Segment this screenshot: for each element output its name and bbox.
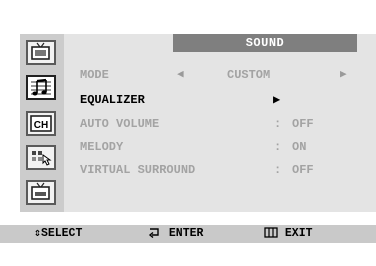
tv-screen: CH SOUND MODE ◀ CUSTOM ▶ EQUALIZER ▶ AUT…	[0, 0, 376, 266]
updown-arrow-icon: ⇕	[34, 227, 41, 240]
menu-sidebar: CH	[20, 34, 64, 212]
channel-icon[interactable]: CH	[26, 111, 56, 136]
menu-item-separator: :	[274, 140, 282, 154]
menu-item-separator: :	[274, 163, 282, 177]
channel-icon-label: CH	[34, 120, 48, 131]
enter-icon	[148, 228, 159, 239]
mode-value: CUSTOM	[227, 68, 271, 82]
menu-item-value: OFF	[292, 163, 314, 177]
footer-enter: ENTER	[148, 227, 203, 241]
menu-item-label: AUTO VOLUME	[80, 117, 160, 131]
menu-item-separator: :	[274, 117, 282, 131]
footer-select: ⇕SELECT	[34, 227, 82, 241]
menu-item-label: MODE	[80, 68, 109, 82]
footer-select-label: SELECT	[40, 227, 83, 240]
osd-menu: CH SOUND MODE ◀ CUSTOM ▶ EQUALIZER ▶ AUT…	[20, 34, 376, 212]
footer-exit-label: EXIT	[284, 227, 313, 240]
menu-title: SOUND	[173, 34, 357, 52]
footer-exit: EXIT	[264, 227, 313, 241]
picture-icon[interactable]	[26, 40, 56, 65]
arrow-left-icon[interactable]: ◀	[177, 68, 184, 82]
exit-menu-icon	[264, 227, 278, 238]
submenu-arrow-icon: ▶	[273, 93, 281, 107]
menu-item-value: OFF	[292, 117, 314, 131]
sound-icon[interactable]	[26, 75, 56, 100]
setup-icon[interactable]	[26, 145, 56, 170]
menu-footer: ⇕SELECT ENTER EXIT	[0, 225, 376, 243]
menu-item-label: EQUALIZER	[80, 93, 145, 107]
menu-item-label: MELODY	[80, 140, 124, 154]
menu-item-value: ON	[292, 140, 307, 154]
menu-item-label: VIRTUAL SURROUND	[80, 163, 196, 177]
footer-enter-label: ENTER	[168, 227, 204, 240]
arrow-right-icon[interactable]: ▶	[340, 68, 347, 82]
input-icon[interactable]	[26, 180, 56, 205]
